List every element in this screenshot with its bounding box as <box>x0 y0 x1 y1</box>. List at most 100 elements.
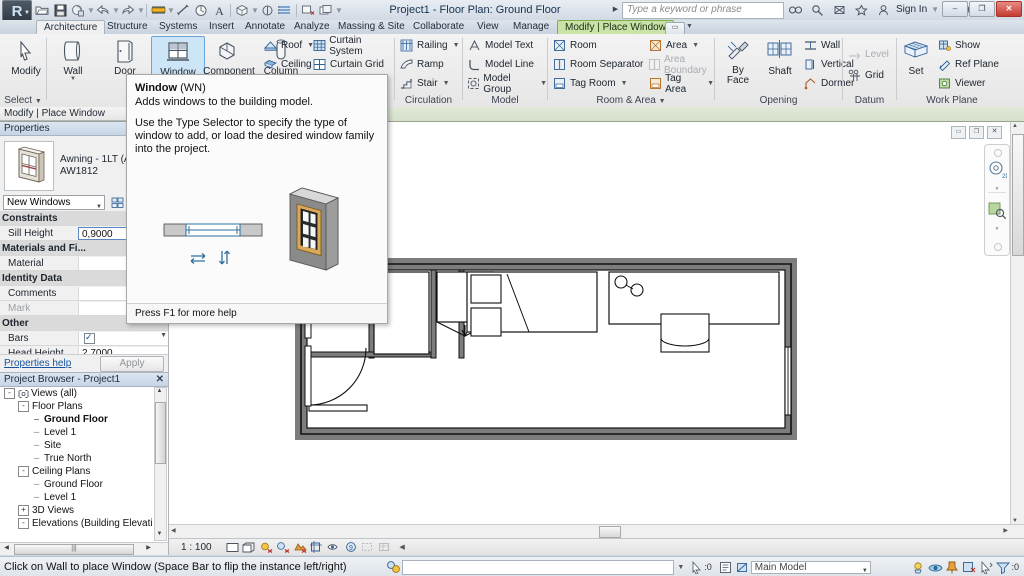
scroll-left-icon[interactable]: ◀ <box>1 544 12 553</box>
scroll-right-icon[interactable]: ▶ <box>1003 527 1008 534</box>
tab-manage[interactable]: Manage <box>506 20 556 34</box>
chevron-down-icon[interactable]: ▼ <box>87 6 95 15</box>
design-options-icon[interactable] <box>717 560 734 575</box>
worksharing-icon[interactable] <box>385 560 402 575</box>
measure-icon[interactable] <box>149 1 167 19</box>
curtain-grid-button[interactable]: Curtain Grid <box>312 56 384 73</box>
expand-expander-icon[interactable]: + <box>18 505 29 516</box>
curtain-system-button[interactable]: Curtain System <box>312 35 394 57</box>
default-3d-view-icon[interactable] <box>233 1 251 19</box>
area-boundary-button[interactable]: Area Boundary <box>648 54 714 76</box>
save-icon[interactable] <box>51 1 69 19</box>
chevron-right-icon[interactable]: ◀ <box>394 540 411 554</box>
unlock-3d-view-icon[interactable]: 9 <box>343 540 360 554</box>
chevron-down-icon[interactable]: ▼ <box>686 23 693 30</box>
chevron-down-icon[interactable]: ▼ <box>621 80 628 87</box>
edit-type-icon[interactable] <box>109 193 127 211</box>
sun-path-icon[interactable] <box>258 540 275 554</box>
tree-item-floor-plan-true-north[interactable]: – True North <box>0 452 152 465</box>
restore-view-button[interactable]: ❐ <box>969 126 984 139</box>
chevron-down-icon[interactable]: ▼ <box>47 76 99 82</box>
redo-icon[interactable] <box>119 1 137 19</box>
tree-item-floor-plan-level-1[interactable]: – Level 1 <box>0 426 152 439</box>
chevron-down-icon[interactable]: ▼ <box>692 42 699 49</box>
railing-button[interactable]: Railing ▼ <box>399 37 460 54</box>
tree-item-views-all[interactable]: - Views (all) <box>0 387 152 400</box>
properties-help-link[interactable]: Properties help <box>4 358 71 369</box>
collapse-expander-icon[interactable]: - <box>18 518 29 529</box>
tree-item-floor-plan-ground-floor[interactable]: – Ground Floor <box>0 413 152 426</box>
scroll-down-icon[interactable]: ▼ <box>160 332 167 339</box>
filter-icon[interactable] <box>995 560 1012 575</box>
browser-horizontal-scrollbar[interactable]: ◀ ||| ▶ <box>0 542 168 555</box>
chevron-down-icon[interactable]: ▼ <box>985 227 1009 232</box>
undo-icon[interactable] <box>94 1 112 19</box>
press-drag-icon[interactable] <box>687 560 704 575</box>
select-by-face-icon[interactable] <box>961 560 978 575</box>
tree-item-floor-plans[interactable]: - Floor Plans <box>0 400 152 413</box>
visual-style-icon[interactable] <box>241 540 258 554</box>
tab-annotate[interactable]: Annotate <box>238 20 292 34</box>
chevron-down-icon[interactable]: ▼ <box>137 6 145 15</box>
area-button[interactable]: Area ▼ <box>648 37 699 54</box>
tree-item-ceiling-plan-ground-floor[interactable]: – Ground Floor <box>0 478 152 491</box>
tree-item-3d-views[interactable]: + 3D Views <box>0 504 152 517</box>
tab-insert[interactable]: Insert <box>202 20 241 34</box>
model-selector[interactable]: Main Model ▼ <box>750 560 871 574</box>
set-work-plane-button[interactable]: Set <box>899 36 933 90</box>
tree-item-ceiling-plan-level-1[interactable]: – Level 1 <box>0 491 152 504</box>
wall-button[interactable]: Wall ▼ <box>47 36 99 90</box>
room-button[interactable]: Room <box>552 37 597 54</box>
minimize-view-button[interactable]: ▭ <box>951 126 966 139</box>
chevron-down-icon[interactable]: ▼ <box>677 564 684 571</box>
level-button[interactable]: Level <box>847 46 889 63</box>
tag-icon[interactable] <box>192 1 210 19</box>
scrollbar-thumb[interactable] <box>1012 134 1024 256</box>
autodesk-360-icon[interactable] <box>808 1 826 19</box>
open-icon[interactable] <box>33 1 51 19</box>
apply-button[interactable]: Apply <box>100 355 164 372</box>
chevron-down-icon[interactable]: ▼ <box>707 80 714 87</box>
wall-opening-button[interactable]: Wall <box>803 37 840 54</box>
close-hidden-windows-icon[interactable] <box>299 1 317 19</box>
scroll-right-icon[interactable]: ▶ <box>143 544 154 553</box>
canvas-horizontal-scrollbar[interactable]: ◀ ▶ <box>169 524 1024 538</box>
select-underlay-icon[interactable] <box>927 560 944 575</box>
tag-area-button[interactable]: Tag Area ▼ <box>648 73 714 95</box>
ramp-button[interactable]: Ramp <box>399 56 444 73</box>
reveal-hidden-elements-icon[interactable] <box>377 540 394 554</box>
close-button[interactable]: ✕ <box>996 1 1022 17</box>
show-crop-region-icon[interactable] <box>326 540 343 554</box>
tab-view[interactable]: View <box>470 20 506 34</box>
tab-structure[interactable]: Structure <box>100 20 155 34</box>
help-search-icon[interactable] <box>786 1 804 19</box>
text-icon[interactable]: A <box>210 1 228 19</box>
render-dialog-icon[interactable] <box>292 540 309 554</box>
tab-analyze[interactable]: Analyze <box>287 20 337 34</box>
temporary-hide-isolate-icon[interactable] <box>360 540 377 554</box>
tab-massing-site[interactable]: Massing & Site <box>331 20 412 34</box>
collapse-expander-icon[interactable]: - <box>18 466 29 477</box>
chevron-down-icon[interactable]: ▼ <box>659 98 666 105</box>
close-icon[interactable]: ✕ <box>156 373 164 386</box>
aligned-dimension-icon[interactable] <box>174 1 192 19</box>
canvas-vertical-scrollbar[interactable]: ▲ ▼ <box>1010 122 1024 525</box>
stair-button[interactable]: Stair ▼ <box>399 75 450 92</box>
scroll-up-icon[interactable]: ▲ <box>155 388 164 397</box>
sign-in-button[interactable]: Sign In <box>896 4 927 15</box>
collapse-expander-icon[interactable]: - <box>18 401 29 412</box>
collapse-expander-icon[interactable]: - <box>4 388 15 399</box>
tab-collaborate[interactable]: Collaborate <box>406 20 471 34</box>
search-dropdown-arrow-icon[interactable]: ▶ <box>610 3 621 16</box>
tree-item-floor-plan-site[interactable]: – Site <box>0 439 152 452</box>
crop-view-icon[interactable] <box>309 540 326 554</box>
chevron-down-icon[interactable]: ▼ <box>931 5 939 14</box>
grid-button[interactable]: Grid <box>847 67 884 84</box>
view-scale[interactable]: 1 : 100 <box>181 542 212 553</box>
zoom-tools-button[interactable] <box>985 193 1009 227</box>
tree-item-ceiling-plans[interactable]: - Ceiling Plans <box>0 465 152 478</box>
scroll-down-icon[interactable]: ▼ <box>155 531 164 540</box>
type-selector[interactable]: New Windows ▼ <box>3 194 105 210</box>
show-work-plane-button[interactable]: Show <box>937 37 980 54</box>
chevron-down-icon[interactable]: ▼ <box>96 200 102 214</box>
